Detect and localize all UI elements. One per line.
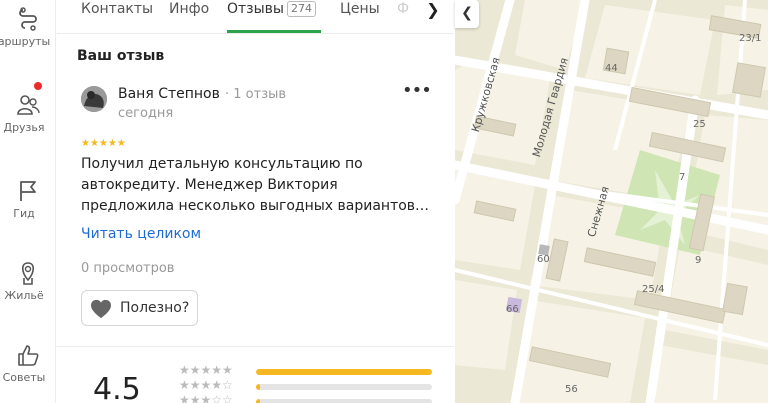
collapse-panel-button[interactable]: ❮ [455, 0, 479, 28]
notification-badge [34, 82, 42, 90]
routes-icon [19, 7, 37, 31]
thumbs-up-icon [18, 345, 39, 366]
distribution-stars: ★★★☆☆ [179, 393, 233, 403]
chevron-left-icon: ❮ [461, 5, 473, 21]
rail-label-guide: Гид [13, 207, 35, 220]
left-rail: аршруты Друзья Гид Жильё Советы [0, 0, 56, 403]
useful-label: Полезно? [120, 300, 190, 316]
distribution-bar-fill [256, 369, 432, 375]
rating-distribution-row: ★★★★★ [179, 363, 439, 378]
housing-icon [21, 262, 35, 285]
tab-prices[interactable]: Цены [340, 0, 380, 34]
rail-item-tips[interactable]: Советы [0, 342, 56, 384]
house-number: 9 [695, 255, 702, 266]
rail-label-friends: Друзья [3, 121, 45, 134]
review-text: Получил детальную консультацию по автокр… [81, 156, 430, 214]
avatar[interactable] [81, 86, 107, 112]
active-tab-indicator [227, 30, 321, 33]
author-review-count-text: 1 отзыв [233, 87, 287, 102]
chevron-right-icon[interactable]: ❯ [419, 0, 447, 20]
average-rating: 4.5 [93, 372, 141, 403]
tab-contacts[interactable]: Контакты [81, 0, 153, 34]
house-number: 25/4 [642, 284, 665, 295]
rail-item-guide[interactable]: Гид [0, 178, 56, 220]
rail-item-friends[interactable]: Друзья [0, 82, 56, 134]
distribution-bar [256, 399, 432, 403]
house-number: 56 [565, 384, 578, 395]
house-number: 60 [537, 254, 550, 265]
views-count: 0 просмотров [81, 261, 175, 276]
review-date: сегодня [118, 106, 174, 121]
heart-icon [91, 299, 111, 319]
read-more-link[interactable]: Читать целиком [81, 226, 201, 242]
distribution-stars: ★★★★★ [179, 363, 233, 377]
rail-label-routes: аршруты [0, 35, 51, 48]
distribution-bar [256, 369, 432, 375]
reviews-count-badge: 274 [286, 1, 316, 17]
distribution-bar [256, 384, 432, 390]
section-title: Ваш отзыв [77, 48, 165, 64]
organization-panel: Контакты Инфо Отзывы 274 Цены Ф ❯ Ваш отз… [57, 0, 454, 403]
map-view[interactable]: 44 25 23/1 7 60 9 25/4 66 56 Кружковская… [455, 0, 768, 403]
rating-distribution-row: ★★★★☆ [179, 378, 439, 393]
author-review-count: · 1 отзыв [225, 87, 287, 102]
friends-icon [17, 95, 40, 115]
house-number: 44 [605, 63, 618, 74]
guide-flag-icon [20, 181, 36, 201]
rail-item-routes[interactable]: аршруты [0, 6, 56, 48]
tab-overflow-fade: Ф [397, 1, 410, 17]
review-author[interactable]: Ваня Степнов [118, 86, 220, 102]
house-number: 23/1 [739, 33, 762, 44]
rail-label-housing: Жильё [4, 289, 44, 302]
distribution-bar-fill [256, 384, 260, 390]
more-options-icon[interactable]: ••• [402, 82, 432, 102]
rail-item-housing[interactable]: Жильё [0, 260, 56, 302]
divider [57, 346, 454, 347]
useful-button[interactable]: Полезно? [81, 290, 198, 326]
house-number: 25 [693, 119, 706, 130]
house-number: 66 [506, 304, 519, 315]
tab-reviews-label: Отзывы [227, 1, 284, 17]
tab-info[interactable]: Инфо [169, 0, 209, 34]
house-number: 7 [679, 172, 686, 183]
rating-distribution-row: ★★★☆☆ [179, 393, 439, 403]
tab-bar: Контакты Инфо Отзывы 274 Цены Ф ❯ [57, 0, 454, 34]
tab-reviews[interactable]: Отзывы 274 [227, 0, 316, 34]
distribution-stars: ★★★★☆ [179, 378, 233, 392]
review-rating-stars: ★★★★★ [81, 138, 126, 149]
rail-label-tips: Советы [2, 371, 46, 384]
distribution-bar-fill [256, 399, 260, 403]
